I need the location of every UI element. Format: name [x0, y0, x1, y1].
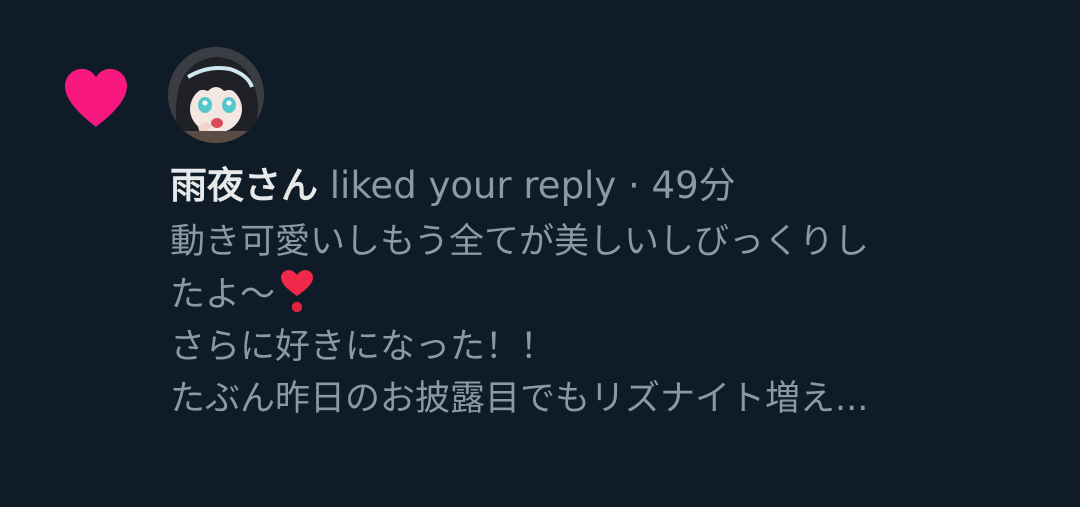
avatar[interactable]	[168, 47, 264, 143]
preview-line-text: たよ〜	[170, 275, 276, 315]
preview-line: たよ〜	[170, 268, 1050, 321]
avatar-image	[168, 47, 264, 143]
reply-preview[interactable]: 動き可愛いしもう全てが美しいしびっくりし たよ〜 さらに好きになった！！ たぶん…	[170, 216, 1050, 425]
like-notification[interactable]: 雨夜さん liked your reply · 49分 動き可愛いしもう全てが美…	[0, 0, 1080, 507]
timestamp: 49分	[651, 164, 736, 207]
heart-icon	[65, 68, 127, 127]
preview-line: たぶん昨日のお披露目でもリズナイト増え...	[170, 379, 869, 419]
user-name[interactable]: 雨夜さん	[170, 164, 318, 207]
separator: ·	[628, 164, 640, 207]
notification-content: 雨夜さん liked your reply · 49分 動き可愛いしもう全てが美…	[170, 160, 1050, 425]
action-text: liked your reply	[329, 164, 617, 207]
notification-headline: 雨夜さん liked your reply · 49分	[170, 160, 1050, 212]
preview-line: さらに好きになった！！	[170, 327, 556, 367]
heart-exclamation-emoji	[281, 270, 314, 313]
preview-line: 動き可愛いしもう全てが美しいしびっくりし	[170, 222, 869, 262]
